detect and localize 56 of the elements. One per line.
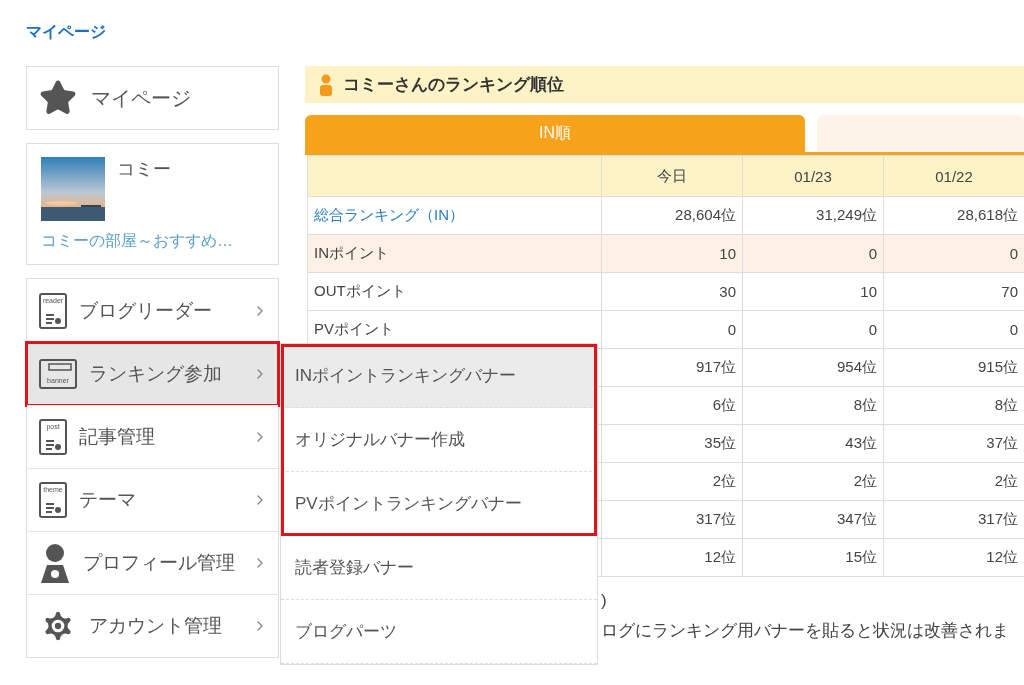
table-cell: 317位 [601,500,743,539]
table-cell: 2位 [742,462,884,501]
column-header: 01/22 [883,155,1024,197]
nav-label: 記事管理 [79,425,156,449]
table-cell: 0 [883,234,1024,273]
star-icon [39,79,77,117]
person-gear-icon [39,543,71,583]
table-cell: 8位 [742,386,884,425]
column-header: 今日 [601,155,743,197]
person-icon [319,73,333,96]
table-cell: 8位 [883,386,1024,425]
nav-label: プロフィール管理 [83,551,236,575]
list-lines-icon [45,312,61,325]
table-cell: 30 [601,272,743,311]
table-cell: 0 [883,310,1024,349]
section-title: コミーさんのランキング順位 [343,74,564,96]
table-cell: 6位 [601,386,743,425]
nav-label: ブログリーダー [79,298,213,323]
table-cell: 0 [601,310,743,349]
table-cell: 12位 [601,538,743,577]
table-cell: 915位 [883,348,1024,387]
table-cell: 28,618位 [883,196,1024,235]
ranking-link[interactable]: 総合ランキング（IN） [307,196,602,235]
note-text: ) [601,591,608,611]
nav-label: テーマ [79,488,137,512]
table-cell: 10 [742,272,884,311]
table-cell: 954位 [742,348,884,387]
table-cell: 70 [883,272,1024,311]
list-lines-icon [45,502,61,514]
table-cell: 917位 [601,348,743,387]
tab[interactable] [817,115,1024,152]
column-header: 01/23 [742,155,884,197]
table-cell: 28,604位 [601,196,743,235]
user-name: コミー [117,158,171,181]
table-cell: 10 [601,234,743,273]
table-cell: 35位 [601,424,743,463]
note-text: ログにランキング用バナーを貼ると状況は改善されま [601,620,1010,642]
row-label: OUTポイント [307,272,602,311]
table-cell: 347位 [742,500,884,539]
table-cell: 2位 [883,462,1024,501]
table-cell: 0 [742,234,884,273]
table-cell: 43位 [742,424,884,463]
table-cell: 12位 [883,538,1024,577]
row-label: INポイント [307,234,602,273]
mypage-link[interactable]: マイページ [26,66,279,130]
nav-label: アカウント管理 [89,614,223,638]
table-cell: 0 [742,310,884,349]
table-cell: 2位 [601,462,743,501]
table-cell: 317位 [883,500,1024,539]
nav-label: ランキング参加 [89,362,223,386]
breadcrumb-link[interactable]: マイページ [26,22,106,46]
table-cell: 37位 [883,424,1024,463]
list-lines-icon [45,439,61,451]
table-cell: 31,249位 [742,196,884,235]
table-cell: 15位 [742,538,884,577]
submenu-item[interactable]: INポイントランキングバナー [281,344,597,408]
